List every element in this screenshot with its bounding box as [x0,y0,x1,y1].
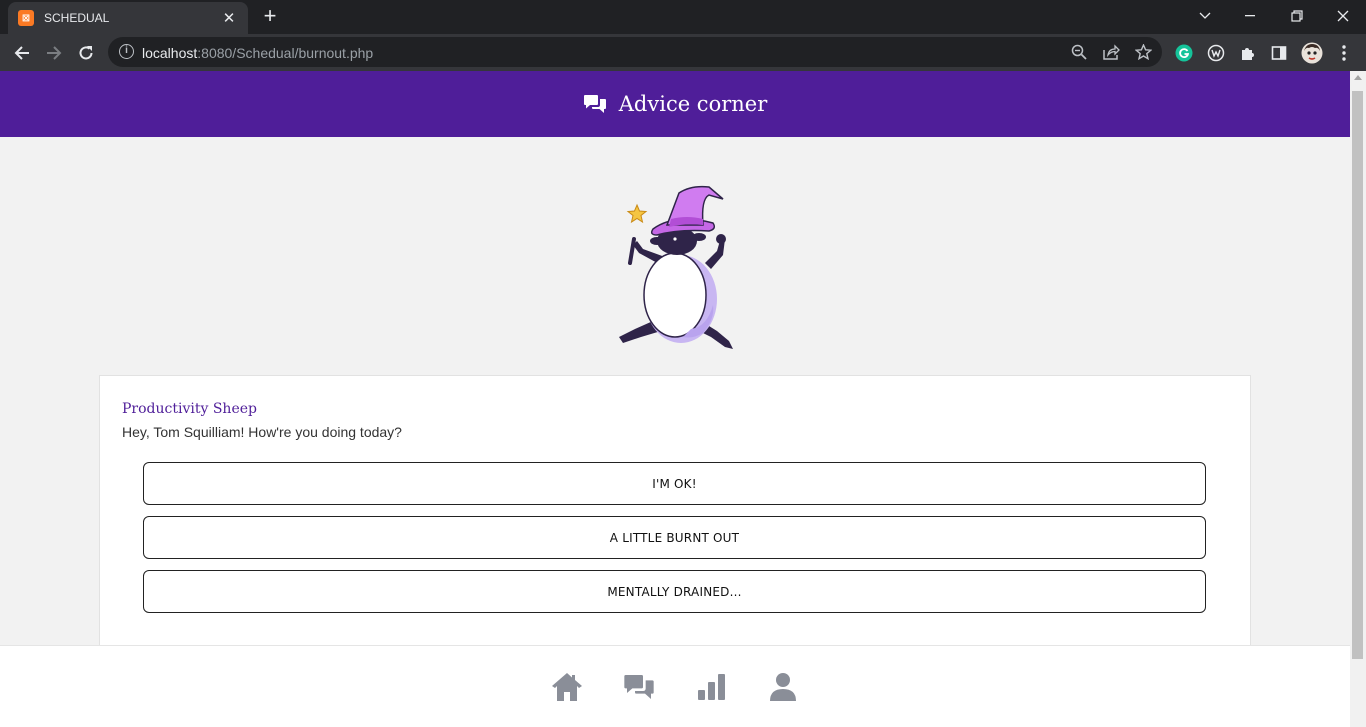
browser-titlebar: ⊠ SCHEDUAL ✕ + [0,0,1366,34]
chat-card: Productivity Sheep Hey, Tom Squilliam! H… [99,375,1251,675]
choice-burnt-out-button[interactable]: A LITTLE BURNT OUT [143,516,1206,559]
reload-icon[interactable] [73,40,99,66]
zoom-icon[interactable] [1070,43,1088,61]
extensions-puzzle-icon[interactable] [1237,42,1259,64]
xampp-favicon-icon: ⊠ [18,10,34,26]
bookmark-star-icon[interactable] [1134,43,1152,61]
url-path: :8080/Schedual/burnout.php [197,45,374,61]
restore-icon[interactable] [1282,4,1312,28]
back-icon[interactable] [9,40,35,66]
address-bar[interactable]: i localhost:8080/Schedual/burnout.php [108,37,1162,67]
close-window-icon[interactable] [1328,4,1358,28]
site-info-icon[interactable]: i [119,44,134,59]
choice-ok-button[interactable]: I'M OK! [143,462,1206,505]
forward-icon[interactable] [41,40,67,66]
url-host: localhost [142,45,198,61]
scrollbar-thumb[interactable] [1352,91,1363,659]
wordtune-icon[interactable] [1205,42,1227,64]
url-text[interactable]: localhost:8080/Schedual/burnout.php [142,45,373,61]
minimize-icon[interactable] [1236,4,1266,28]
grammarly-icon[interactable] [1173,42,1195,64]
wizard-sheep-mascot [619,185,733,349]
browser-tab[interactable]: ⊠ SCHEDUAL ✕ [8,2,248,34]
tab-search-icon[interactable] [1190,4,1220,28]
page-title: Advice corner [618,92,768,116]
user-icon[interactable] [766,670,800,704]
tab-title: SCHEDUAL [44,11,110,25]
bottom-nav-bar [0,645,1350,727]
choice-drained-button[interactable]: MENTALLY DRAINED... [143,570,1206,613]
app-header: Advice corner [0,71,1350,137]
page-viewport: Advice corner Productivity Sheep Hey, To… [0,71,1350,727]
tab-close-icon[interactable]: ✕ [220,9,238,27]
profile-avatar-icon[interactable] [1301,42,1323,64]
side-panel-icon[interactable] [1268,42,1290,64]
new-tab-icon[interactable]: + [258,5,282,29]
scroll-up-arrow-icon[interactable] [1354,75,1362,80]
home-icon[interactable] [550,670,584,704]
comments-icon [583,94,607,114]
comments-icon[interactable] [622,670,656,704]
share-icon[interactable] [1102,43,1120,61]
chart-bar-icon[interactable] [694,670,728,704]
page-scrollbar[interactable] [1350,71,1366,727]
browser-toolbar: i localhost:8080/Schedual/burnout.php [0,34,1366,71]
chat-message: Hey, Tom Squilliam! How're you doing tod… [122,424,402,440]
speaker-name: Productivity Sheep [122,401,257,417]
browser-menu-icon[interactable] [1333,42,1355,64]
